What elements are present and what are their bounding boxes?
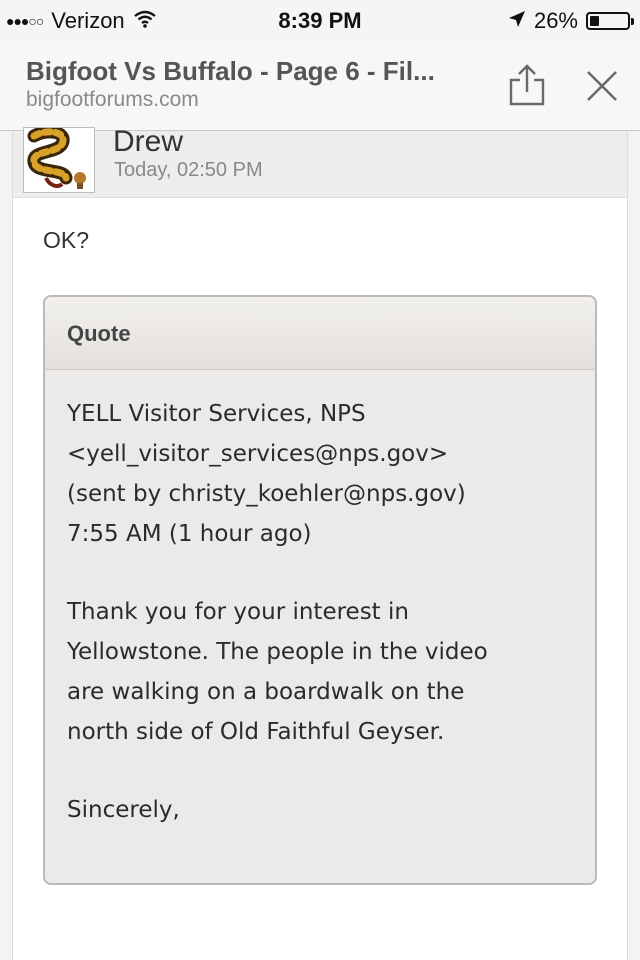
quote-paragraph-signoff: Sincerely, bbox=[67, 790, 575, 830]
close-button[interactable] bbox=[582, 66, 622, 106]
quote-paragraph-sender: YELL Visitor Services, NPS <yell_visitor… bbox=[67, 394, 575, 554]
quote-line: Thank you for your interest in bbox=[67, 599, 409, 625]
avatar[interactable] bbox=[23, 127, 95, 193]
post-author[interactable]: Drew bbox=[113, 125, 183, 159]
quote-line: are walking on a boardwalk on the bbox=[67, 679, 465, 705]
share-button[interactable] bbox=[504, 62, 550, 108]
quote-body: YELL Visitor Services, NPS <yell_visitor… bbox=[45, 370, 595, 830]
location-arrow-icon bbox=[508, 8, 526, 34]
quote-line: YELL Visitor Services, NPS bbox=[67, 401, 366, 427]
quote-header: Quote bbox=[45, 297, 595, 370]
quote-line: Sincerely, bbox=[67, 797, 180, 823]
quote-line: (sent by christy_koehler@nps.gov) bbox=[67, 481, 466, 507]
close-icon bbox=[587, 71, 617, 101]
status-bar: ●●●○○ Verizon 8:39 PM 26% bbox=[0, 0, 640, 40]
quote-label: Quote bbox=[67, 321, 131, 346]
browser-header: Bigfoot Vs Buffalo - Page 6 - Fil... big… bbox=[0, 40, 640, 131]
quote-block: Quote YELL Visitor Services, NPS <yell_v… bbox=[43, 295, 597, 885]
snake-avatar-image bbox=[27, 128, 86, 189]
quote-line: <yell_visitor_services@nps.gov> bbox=[67, 441, 449, 467]
page-url[interactable]: bigfootforums.com bbox=[26, 88, 199, 112]
post-body-text: OK? bbox=[43, 227, 90, 253]
quote-paragraph-message: Thank you for your interest in Yellowsto… bbox=[67, 592, 575, 752]
battery-percent: 26% bbox=[533, 8, 578, 33]
quote-line: 7:55 AM (1 hour ago) bbox=[67, 521, 312, 547]
forum-post: Drew Today, 02:50 PM OK? Quote YELL Visi… bbox=[12, 125, 628, 960]
share-icon bbox=[509, 64, 545, 106]
battery-level bbox=[590, 16, 599, 26]
status-right: 26% bbox=[508, 8, 634, 34]
page-title: Bigfoot Vs Buffalo - Page 6 - Fil... bbox=[26, 56, 435, 86]
post-timestamp: Today, 02:50 PM bbox=[114, 159, 263, 181]
quote-line: Yellowstone. The people in the video bbox=[67, 639, 488, 665]
battery-icon bbox=[586, 12, 634, 30]
quote-line: north side of Old Faithful Geyser. bbox=[67, 719, 445, 745]
post-header: Drew Today, 02:50 PM bbox=[13, 125, 627, 198]
